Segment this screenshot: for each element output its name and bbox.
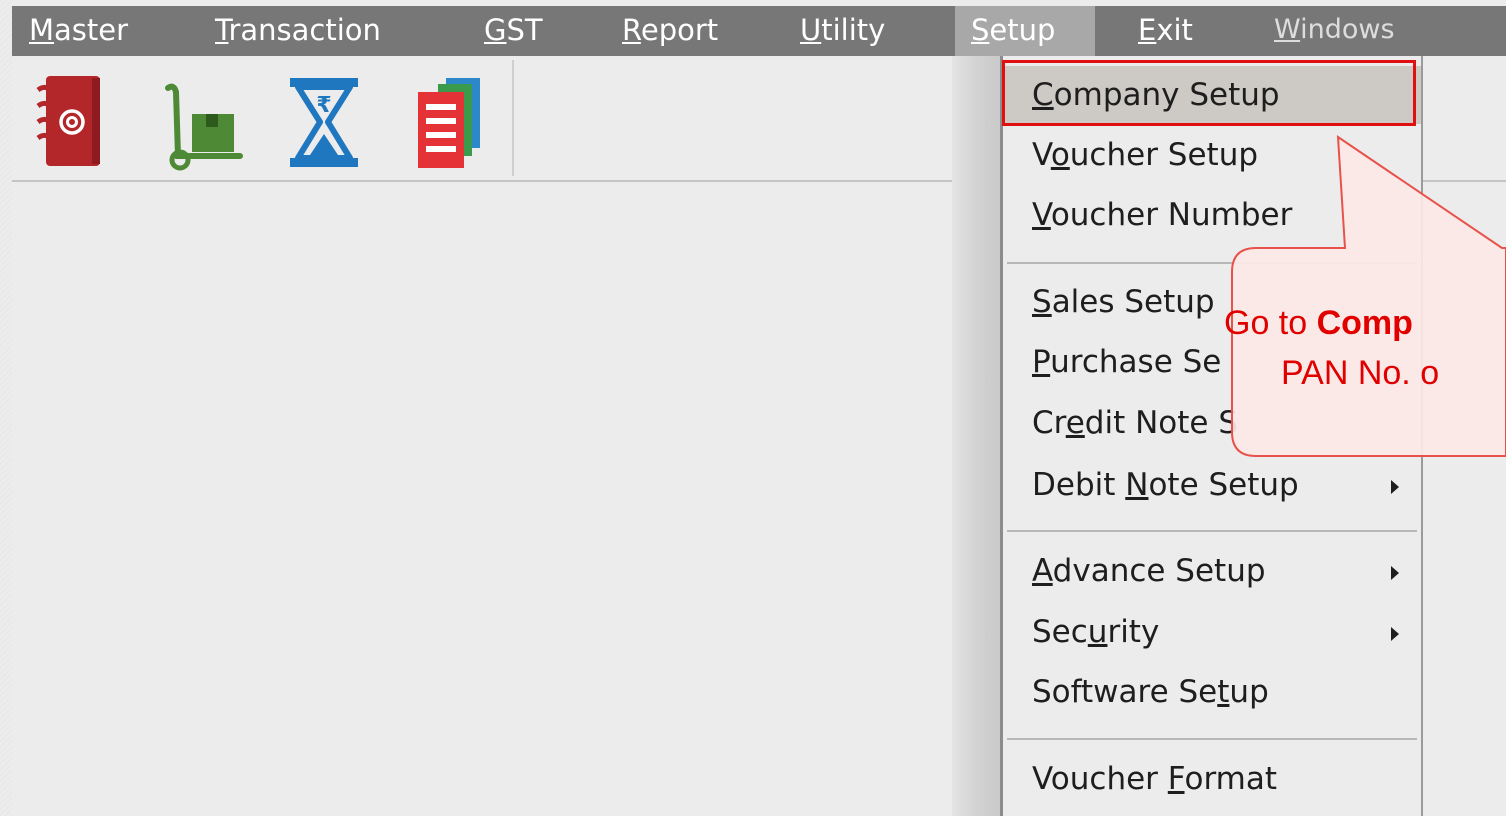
- callout-line-2: PAN No. o: [1281, 354, 1440, 392]
- callout-bubble: [1231, 135, 1506, 457]
- callout-line-1: Go to Comp: [1224, 304, 1413, 342]
